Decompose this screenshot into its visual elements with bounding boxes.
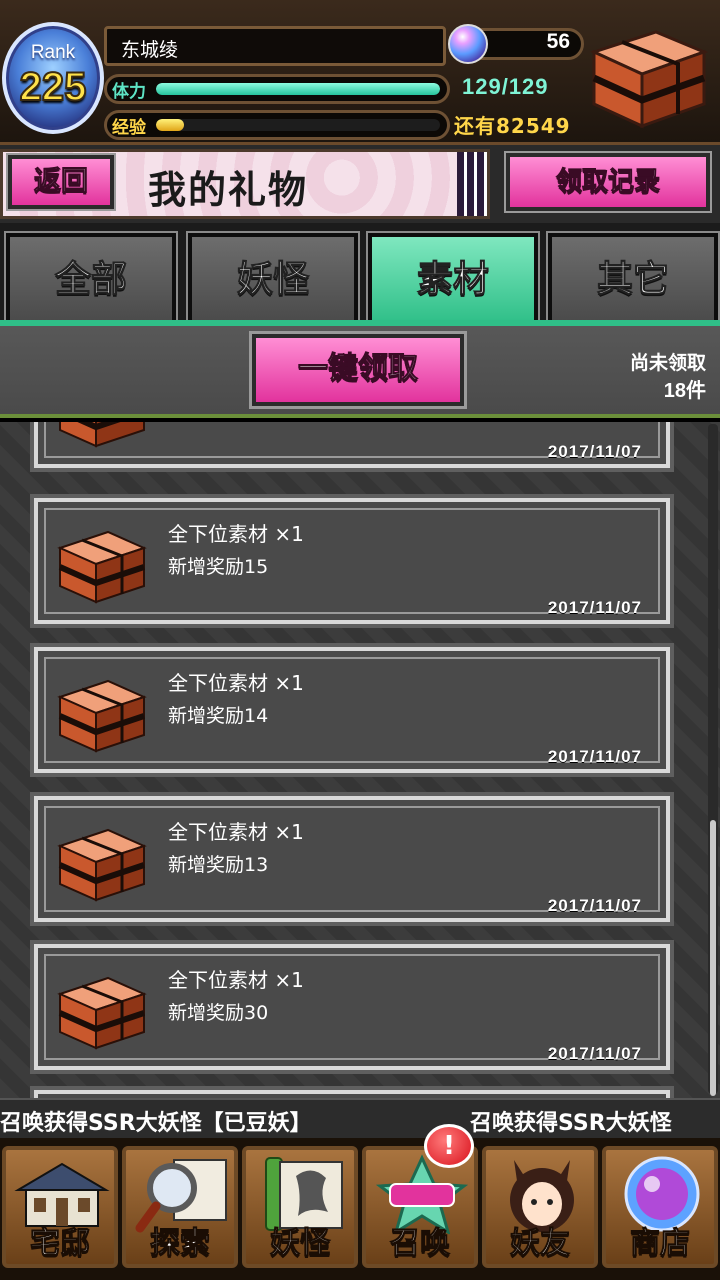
stamina-fill bbox=[156, 83, 440, 95]
gift-source: 新增奖励30 bbox=[168, 1002, 269, 1024]
orb-count: 56 bbox=[546, 30, 570, 53]
nav-label: 妖怪 bbox=[270, 1226, 331, 1262]
rank-value: 225 bbox=[19, 64, 88, 110]
gift-date: 2017/11/07 bbox=[547, 747, 642, 766]
scrollbar-thumb[interactable] bbox=[710, 820, 716, 1096]
gift-card[interactable]: 全下位素材 ×1 新增奖励30 2017/11/07 bbox=[30, 940, 674, 1074]
nav-label: 召唤 bbox=[390, 1226, 451, 1262]
tab-other[interactable]: 其它 bbox=[546, 231, 720, 329]
claim-history-button[interactable]: 领取记录 bbox=[504, 151, 712, 213]
gift-card[interactable]: 全下位素材 ×1 新增奖励14 2017/11/07 bbox=[30, 643, 674, 777]
gift-card[interactable]: 2017/11/07 bbox=[30, 422, 674, 472]
gift-card[interactable]: 全下位素材 ×1 新增奖励15 2017/11/07 bbox=[30, 494, 674, 628]
rank-badge[interactable]: Rank 225 bbox=[2, 22, 104, 134]
spirit-orb-icon bbox=[448, 24, 488, 64]
material-crate-icon bbox=[57, 679, 147, 753]
gift-date: 2017/11/07 bbox=[547, 896, 642, 915]
summon-alert-badge: ! bbox=[424, 1124, 474, 1168]
pending-label: 尚未领取 bbox=[629, 352, 706, 374]
stamina-label: 体力 bbox=[112, 82, 146, 102]
stamina-bar: 体力 bbox=[104, 74, 450, 104]
gift-box-icon[interactable] bbox=[586, 22, 710, 132]
tab-materials[interactable]: 素材 bbox=[366, 231, 540, 329]
ticker-message: 召唤获得SSR大妖怪 bbox=[470, 1111, 672, 1136]
title-bar: 返回 我的礼物 领取记录 bbox=[0, 145, 720, 223]
action-bar: 一键领取 尚未领取 18件 bbox=[0, 326, 720, 418]
nav-label: 宅邸 bbox=[30, 1226, 91, 1262]
gift-name: 全下位素材 ×1 bbox=[168, 820, 304, 844]
exp-fill bbox=[156, 119, 185, 131]
nav-label: 商店 bbox=[630, 1226, 691, 1262]
nav-friends[interactable]: 妖友 bbox=[482, 1146, 598, 1268]
nav-shop[interactable]: 商店 bbox=[602, 1146, 718, 1268]
gift-date: 2017/11/07 bbox=[547, 598, 642, 617]
tab-yokai[interactable]: 妖怪 bbox=[186, 231, 360, 329]
page-title: 我的礼物 bbox=[148, 168, 309, 212]
exp-label: 经验 bbox=[112, 118, 146, 138]
nav-mansion[interactable]: 宅邸 bbox=[2, 1146, 118, 1268]
player-name: 东城绫 bbox=[121, 39, 179, 61]
nav-label: 探索 bbox=[150, 1226, 211, 1262]
material-crate-icon bbox=[57, 530, 147, 604]
gift-date: 2017/11/07 bbox=[547, 1044, 642, 1063]
player-name-plate: 东城绫 bbox=[104, 26, 446, 66]
category-tabs: 全部 妖怪 素材 其它 bbox=[0, 223, 720, 329]
status-header: Rank 225 东城绫 体力 经验 56 129/129 还有82549 bbox=[0, 0, 720, 145]
stamina-value: 129/129 bbox=[462, 74, 549, 99]
pending-count: 18件 bbox=[663, 380, 706, 402]
material-crate-icon bbox=[59, 422, 145, 448]
exp-remaining: 还有82549 bbox=[454, 114, 571, 138]
gift-source: 新增奖励13 bbox=[168, 854, 269, 876]
nav-yokai[interactable]: 妖怪 bbox=[242, 1146, 358, 1268]
nav-label: 妖友 bbox=[510, 1226, 571, 1262]
gift-name: 全下位素材 ×1 bbox=[168, 671, 304, 695]
gift-list[interactable]: 2017/11/07 全下位素材 ×1 新增奖励15 2017/11/07 全下… bbox=[0, 422, 720, 1098]
ticker-message: 召唤获得SSR大妖怪【已豆妖】 bbox=[0, 1111, 312, 1136]
material-crate-icon bbox=[57, 976, 147, 1050]
nav-explore[interactable]: 探索 bbox=[122, 1146, 238, 1268]
news-ticker: 召唤获得SSR大妖怪【已豆妖】 召唤获得SSR大妖怪 bbox=[0, 1098, 720, 1138]
claim-all-button[interactable]: 一键领取 bbox=[249, 331, 467, 409]
gift-source: 新增奖励15 bbox=[168, 556, 269, 578]
gift-name: 全下位素材 ×1 bbox=[168, 968, 304, 992]
back-button[interactable]: 返回 bbox=[6, 153, 116, 211]
exp-bar: 经验 bbox=[104, 110, 450, 140]
gift-name: 全下位素材 ×1 bbox=[168, 522, 304, 546]
material-crate-icon bbox=[57, 828, 147, 902]
gift-date: 2017/11/07 bbox=[547, 442, 642, 461]
gift-card[interactable] bbox=[30, 1086, 674, 1098]
rank-word: Rank bbox=[30, 42, 76, 63]
tab-all[interactable]: 全部 bbox=[4, 231, 178, 329]
gift-card[interactable]: 全下位素材 ×1 新增奖励13 2017/11/07 bbox=[30, 792, 674, 926]
gift-source: 新增奖励14 bbox=[168, 705, 269, 727]
bottom-nav: 宅邸 探索 妖怪 召唤 妖友 商店 bbox=[0, 1138, 720, 1280]
